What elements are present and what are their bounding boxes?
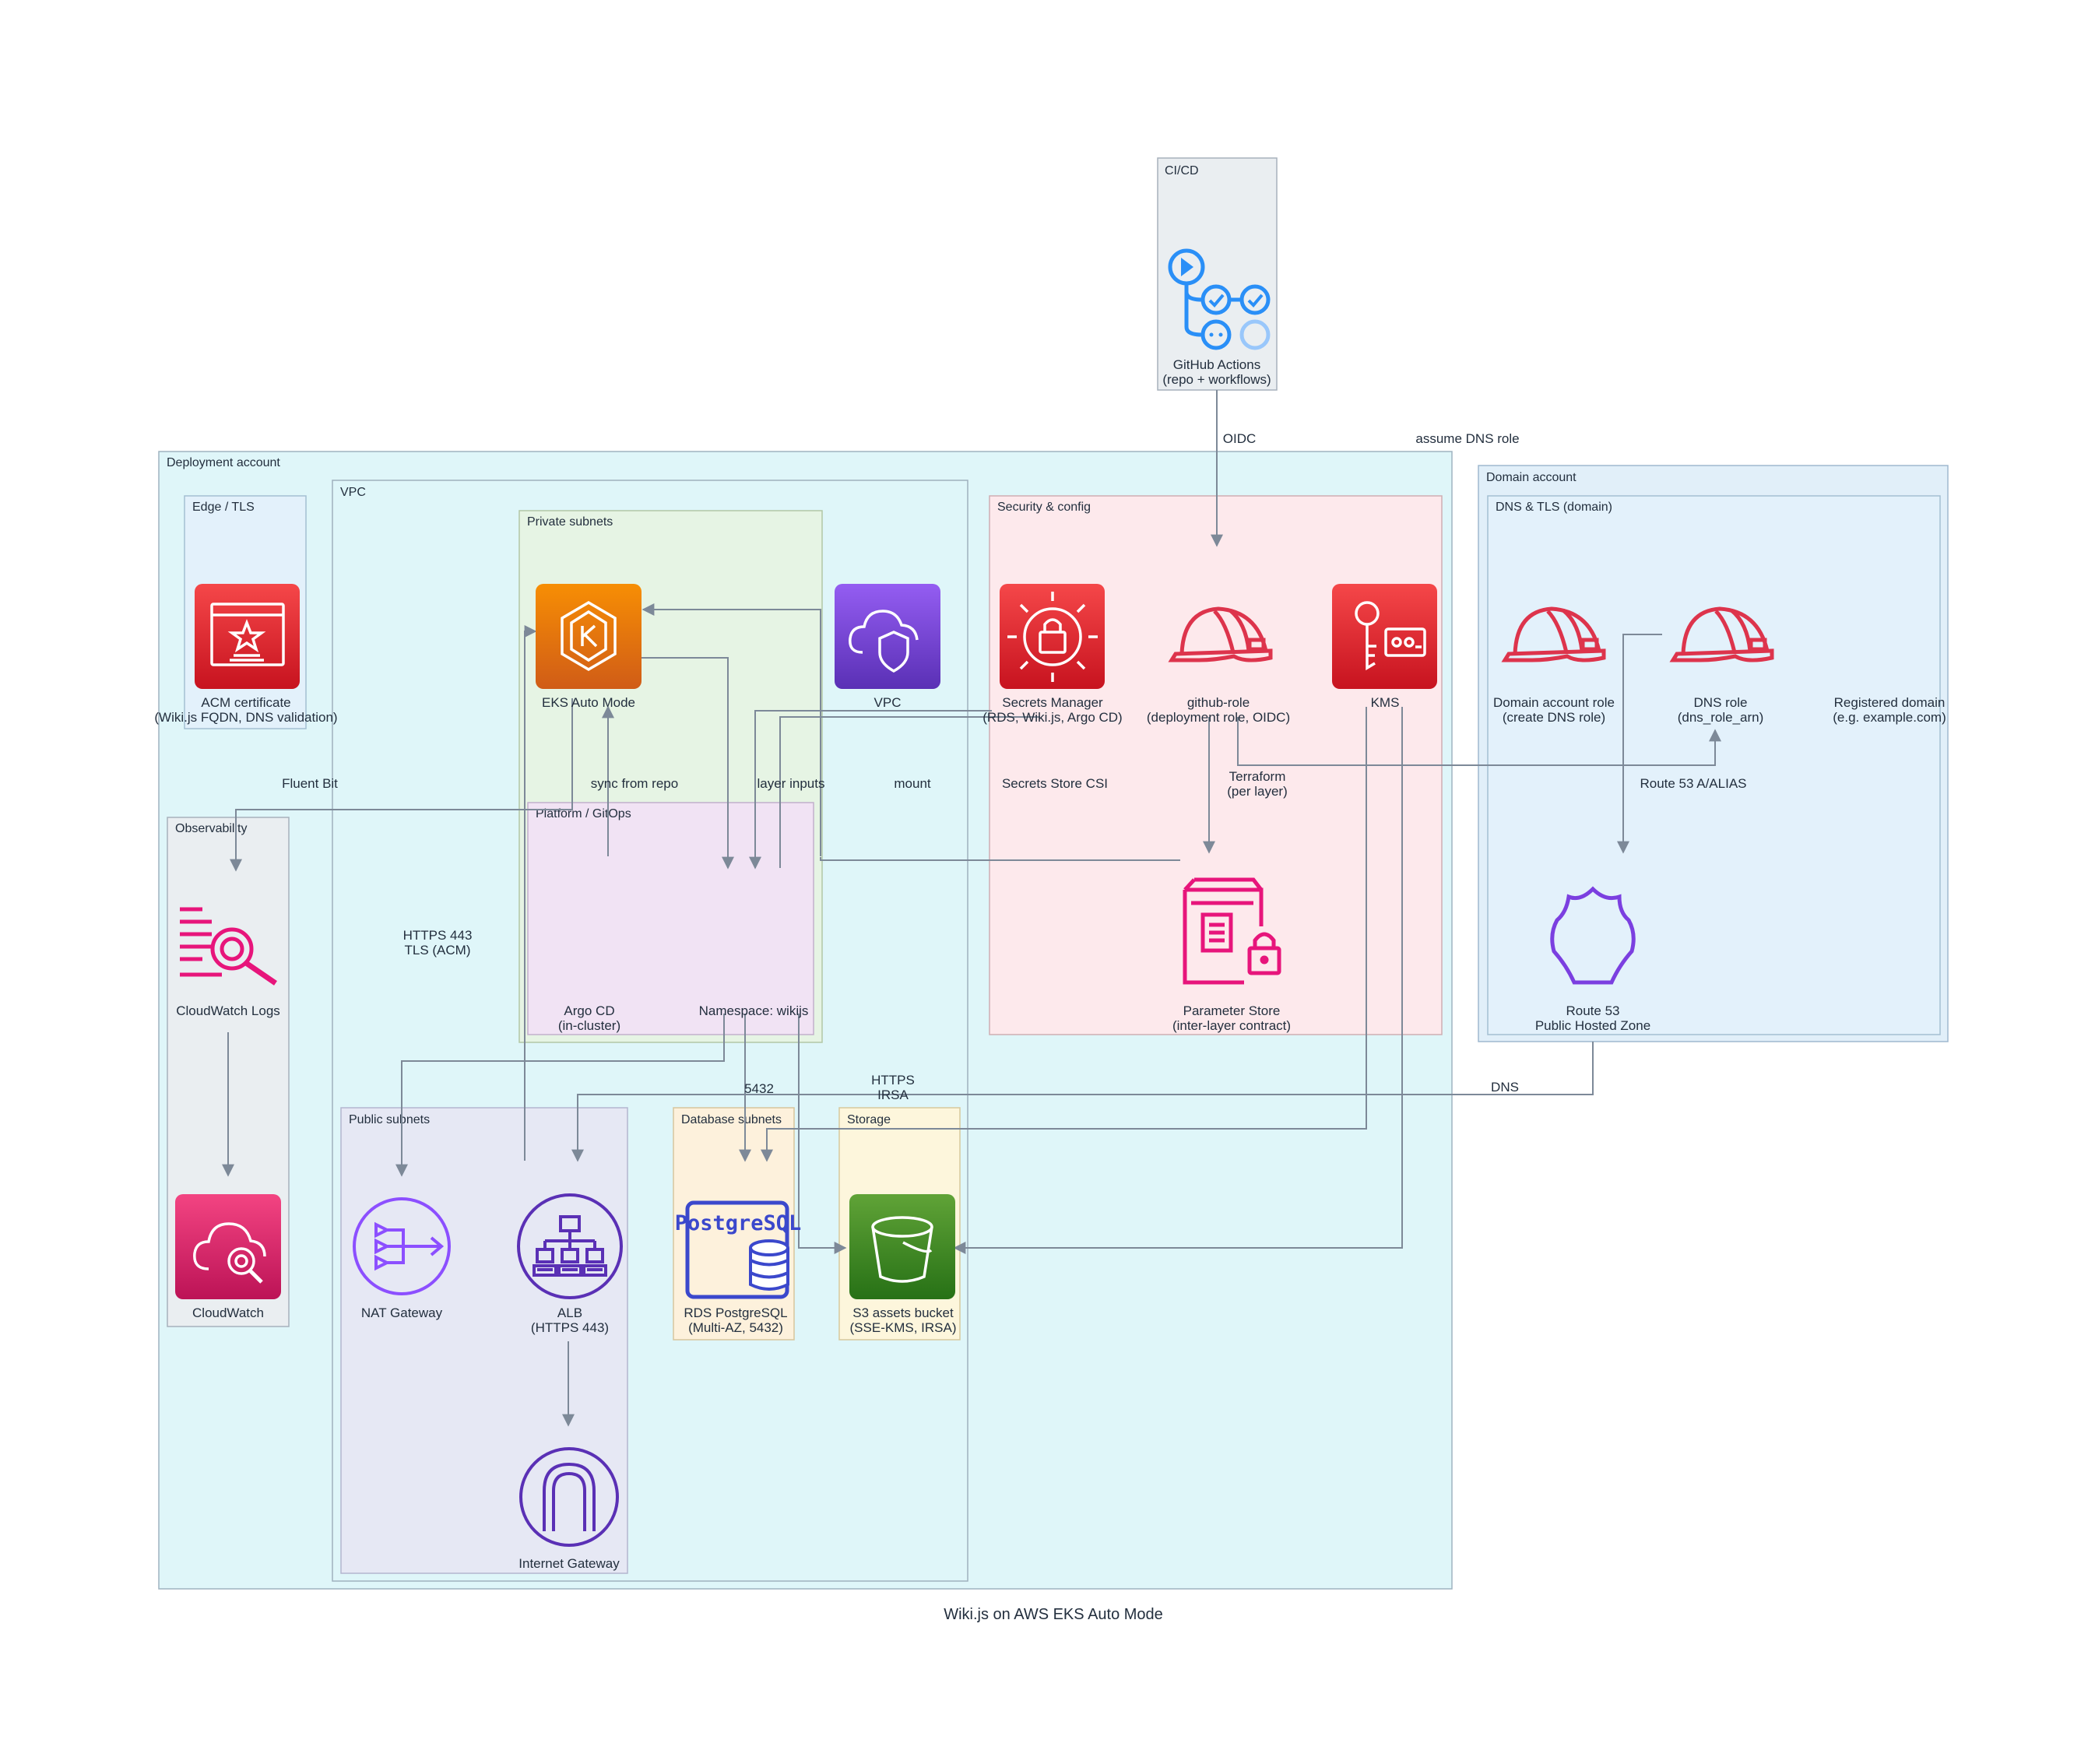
cluster-title-dns-tls: DNS & TLS (domain) <box>1496 501 1612 514</box>
argocd-label: Argo CD (in-cluster) <box>558 1003 620 1033</box>
edge-label-5432: 5432 <box>744 1081 774 1096</box>
cluster-title-edge: Edge / TLS <box>192 501 255 514</box>
namespace-label: Namespace: wikijs <box>699 1003 809 1018</box>
secrets-manager-label: Secrets Manager (RDS, Wiki.js, Argo CD) <box>982 695 1122 725</box>
s3-label: S3 assets bucket (SSE-KMS, IRSA) <box>850 1305 957 1335</box>
cloudwatch-label: CloudWatch <box>192 1305 264 1320</box>
eks-label: EKS Auto Mode <box>542 695 635 710</box>
edge-label-dns: DNS <box>1491 1080 1519 1095</box>
edge-label-route53-alias: Route 53 A/ALIAS <box>1640 776 1746 791</box>
nat-gateway-label: NAT Gateway <box>361 1305 443 1320</box>
github-actions-label: GitHub Actions (repo + workflows) <box>1162 357 1271 387</box>
edge-label-https-irsa: HTTPS IRSA <box>871 1073 915 1102</box>
edge-label-secrets-store-csi: Secrets Store CSI <box>1002 776 1108 791</box>
parameter-store-label: Parameter Store (inter-layer contract) <box>1172 1003 1291 1033</box>
edge-label-mount: mount <box>894 776 931 791</box>
registered-domain-label: Registered domain (e.g. example.com) <box>1833 695 1946 725</box>
cloudwatch-logs-label: CloudWatch Logs <box>176 1003 280 1018</box>
cloudwatch-icon <box>175 1194 281 1299</box>
cluster-title-security: Security & config <box>997 501 1091 514</box>
architecture-diagram: CI/CD Deployment account Domain account … <box>154 157 1949 1623</box>
s3-icon <box>849 1194 955 1299</box>
cluster-title-public-subnets: Public subnets <box>349 1113 430 1126</box>
cluster-title-private-subnets: Private subnets <box>527 515 613 529</box>
node-argocd[interactable]: Argo CD (in-cluster) <box>558 1003 620 1033</box>
cluster-title-storage: Storage <box>847 1113 891 1126</box>
cluster-platform-gitops: Platform / GitOps <box>527 802 814 1035</box>
node-secrets-manager[interactable]: Secrets Manager (RDS, Wiki.js, Argo CD) <box>982 584 1123 725</box>
edge-label-sync-from-repo: sync from repo <box>591 776 678 791</box>
edge-label-layer-inputs: layer inputs <box>758 776 825 791</box>
kms-label: KMS <box>1371 695 1400 710</box>
domain-account-role-label: Domain account role (create DNS role) <box>1493 695 1615 725</box>
node-registered-domain[interactable]: Registered domain (e.g. example.com) <box>1833 695 1946 725</box>
cluster-title-cicd: CI/CD <box>1165 164 1199 177</box>
postgresql-wordmark: PostgreSQL <box>675 1211 802 1235</box>
cluster-title-database-subnets: Database subnets <box>681 1113 782 1126</box>
node-namespace-wikijs[interactable]: Namespace: wikijs <box>699 1003 809 1018</box>
edge-label-https-443: HTTPS 443 TLS (ACM) <box>403 928 473 958</box>
edge-label-fluent-bit: Fluent Bit <box>282 776 338 791</box>
edge-label-oidc: OIDC <box>1223 431 1257 446</box>
eks-icon <box>536 584 642 689</box>
cluster-title-domain: Domain account <box>1486 471 1577 484</box>
cluster-cicd: CI/CD <box>1157 157 1278 391</box>
node-s3-assets-bucket[interactable]: S3 assets bucket (SSE-KMS, IRSA) <box>849 1194 956 1335</box>
diagram-title: Wiki.js on AWS EKS Auto Mode <box>944 1606 1163 1623</box>
internet-gateway-label: Internet Gateway <box>518 1556 620 1571</box>
cluster-title-deployment: Deployment account <box>167 456 280 469</box>
rds-label: RDS PostgreSQL (Multi-AZ, 5432) <box>684 1305 787 1335</box>
edge-label-assume-dns-role: assume DNS role <box>1415 431 1519 446</box>
cluster-title-vpc: VPC <box>340 486 366 499</box>
edge-label-terraform: Terraform (per layer) <box>1227 769 1287 799</box>
vpc-label: VPC <box>874 695 902 710</box>
